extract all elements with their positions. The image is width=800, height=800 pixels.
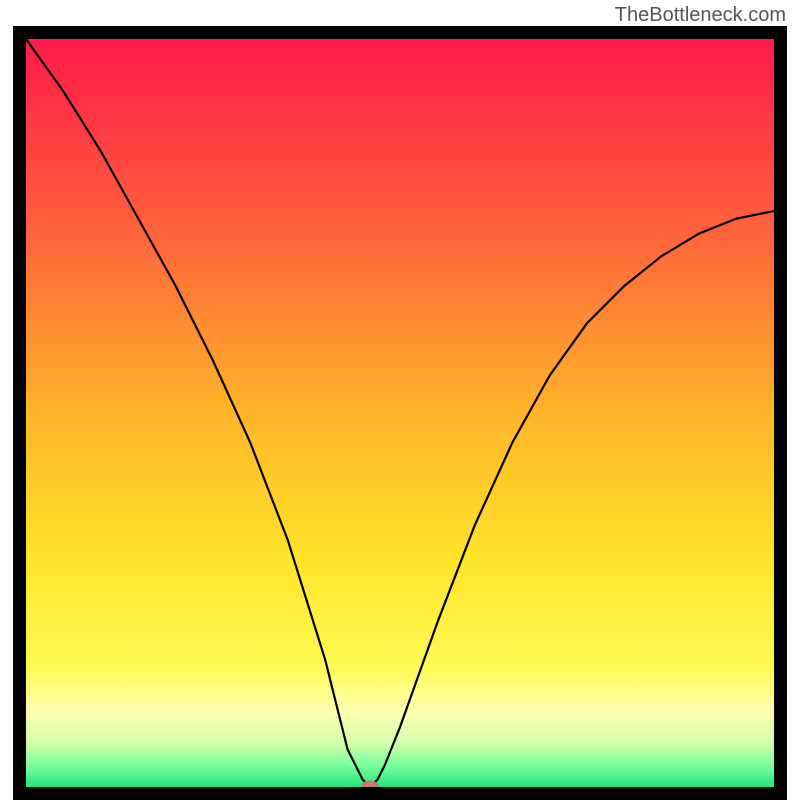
bottleneck-curve [26, 39, 774, 787]
watermark-text: TheBottleneck.com [615, 4, 786, 27]
chart-container: TheBottleneck.com [0, 0, 800, 800]
optimal-point-marker [361, 781, 379, 788]
plot-area [26, 39, 774, 787]
plot-frame [13, 26, 787, 800]
